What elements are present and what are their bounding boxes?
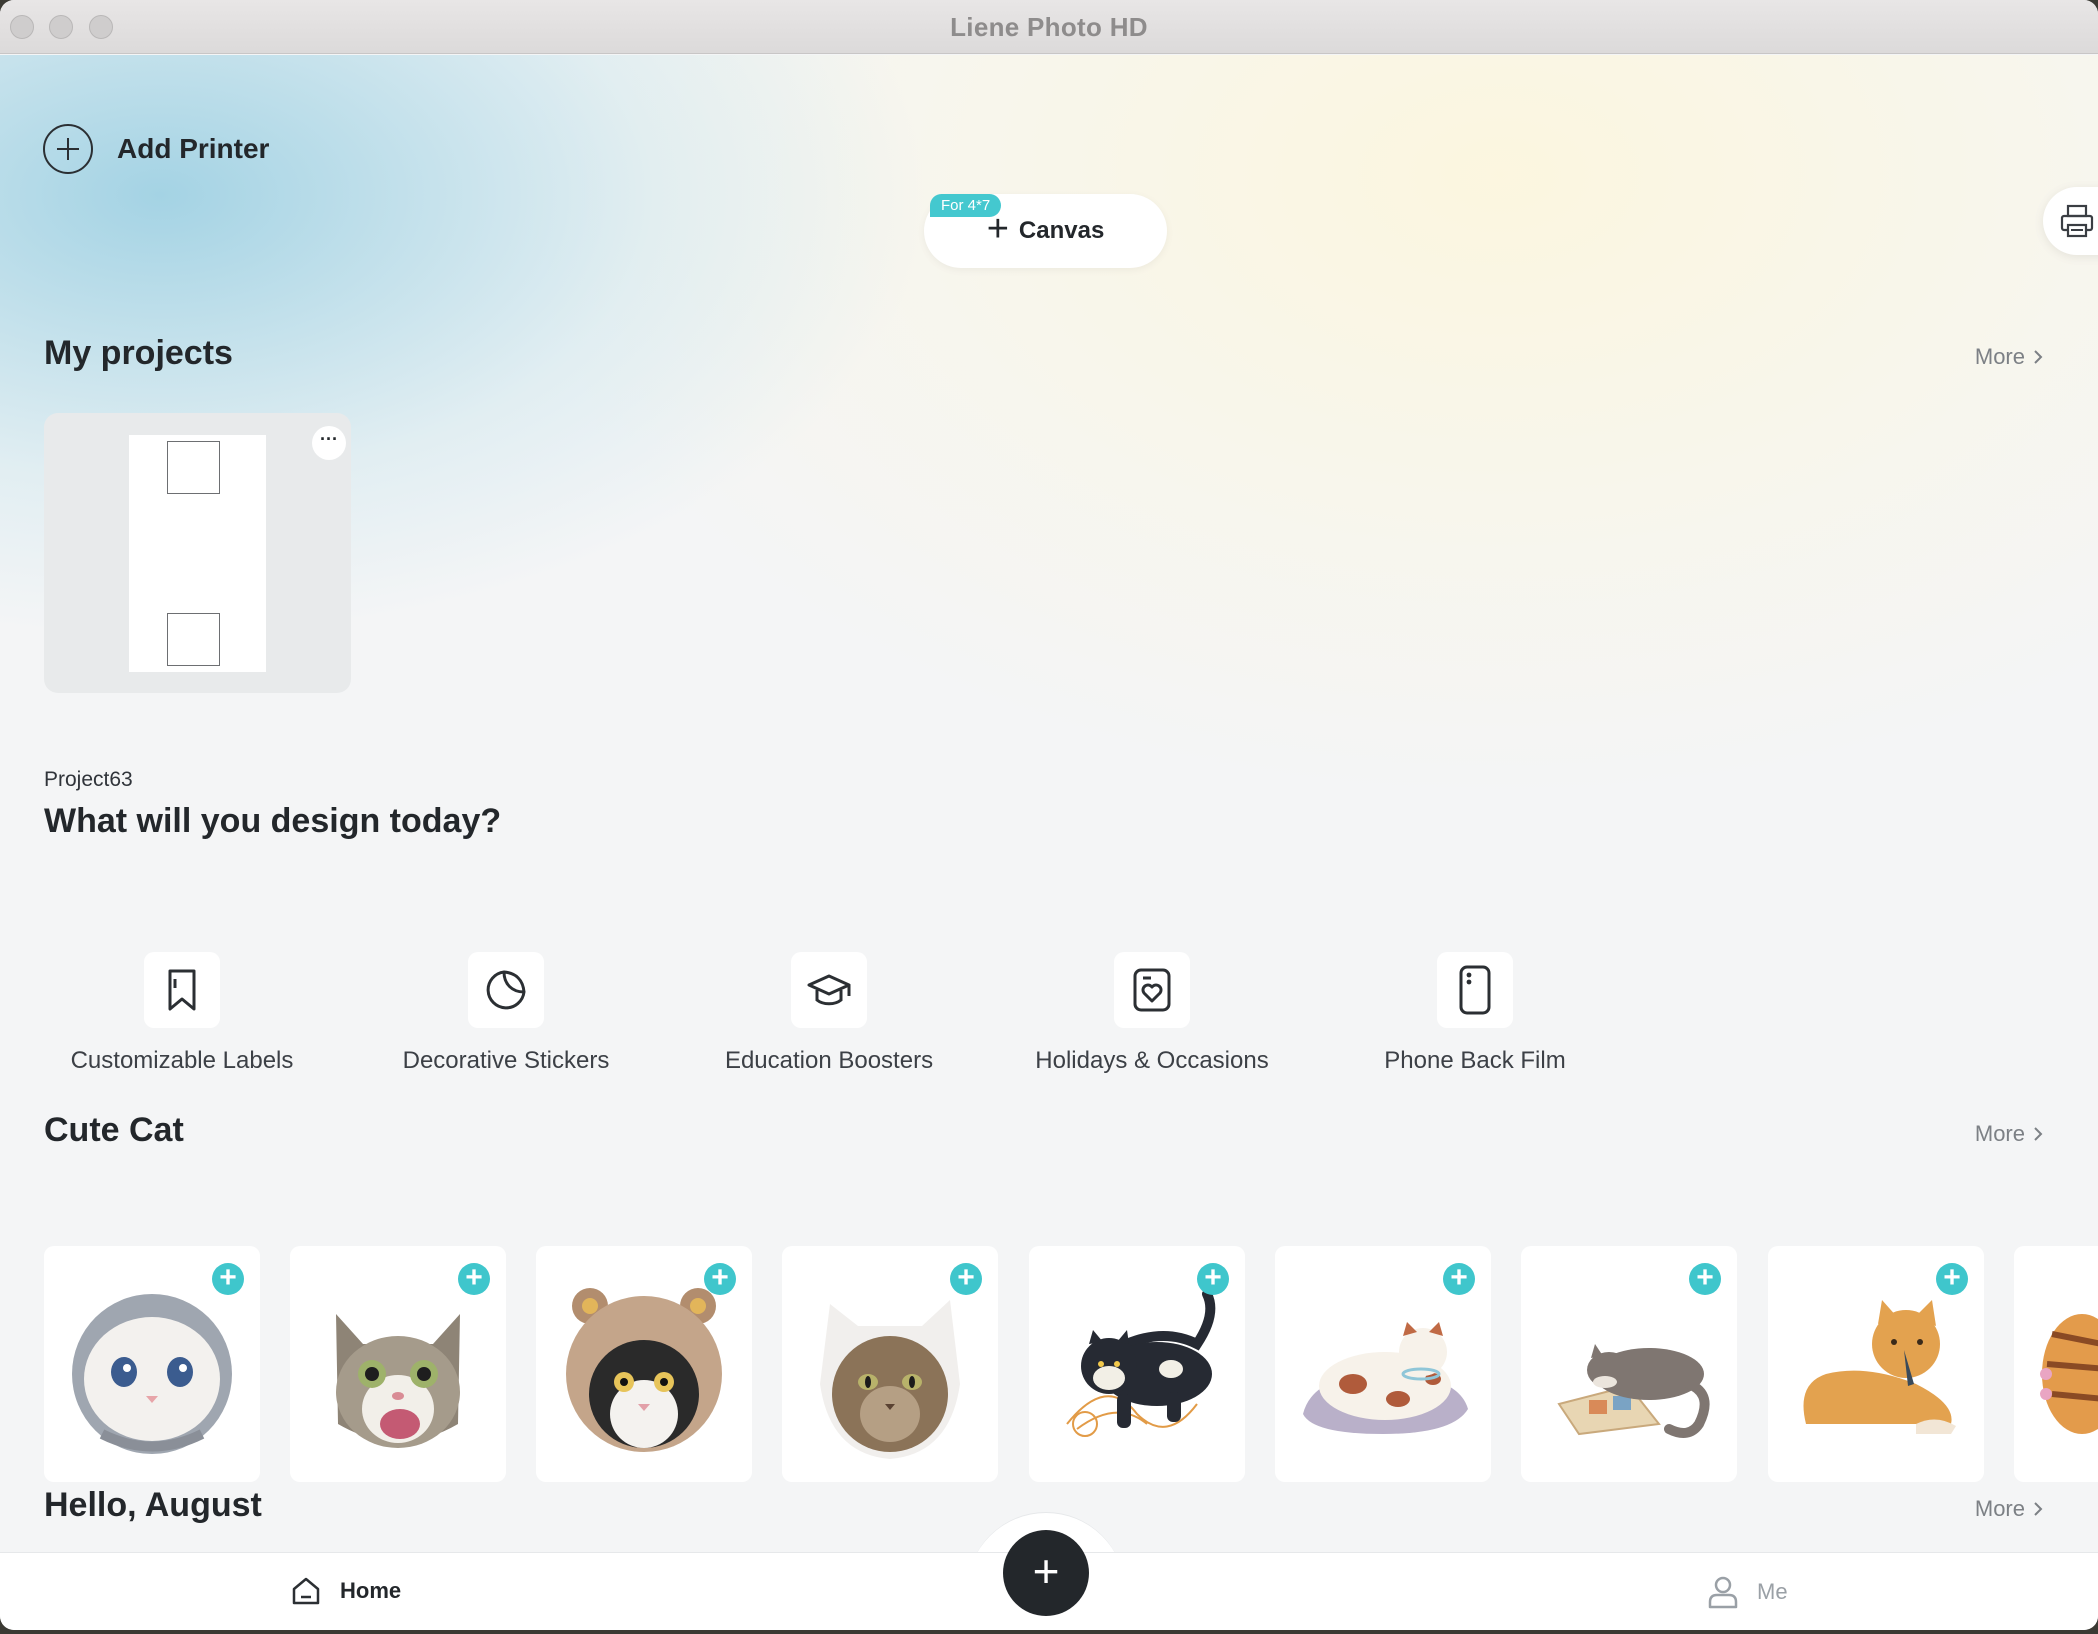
project-thumbnail bbox=[129, 435, 266, 672]
add-sticker-button[interactable]: + bbox=[212, 1263, 244, 1295]
sticker-card[interactable]: + bbox=[1275, 1246, 1491, 1482]
more-label: More bbox=[1974, 344, 2025, 369]
cat-with-yarn-sticker bbox=[1066, 1289, 1216, 1437]
nav-me-label: Me bbox=[1757, 1579, 1788, 1604]
category-label: Decorative Stickers bbox=[402, 1047, 610, 1074]
photo-slot bbox=[167, 441, 220, 494]
photo-slot bbox=[167, 613, 220, 666]
project-card[interactable]: ··· bbox=[44, 413, 351, 693]
nav-home-label: Home bbox=[340, 1578, 402, 1603]
sticker-card[interactable]: + bbox=[536, 1246, 752, 1482]
project-more-options-button[interactable]: ··· bbox=[312, 426, 346, 460]
sticker-card[interactable]: + bbox=[782, 1246, 998, 1482]
bear-hat-cat-sticker bbox=[566, 1288, 722, 1452]
category-label: Phone Back Film bbox=[1384, 1047, 1566, 1074]
sticker-card[interactable]: + bbox=[44, 1246, 260, 1482]
sticker-card[interactable]: + bbox=[1029, 1246, 1245, 1482]
sticker-card[interactable]: + bbox=[1768, 1246, 1984, 1482]
window-title: Liene Photo HD bbox=[950, 12, 1148, 42]
category-phone-back-film[interactable]: Phone Back Film bbox=[1330, 952, 1620, 1075]
add-sticker-button[interactable]: + bbox=[1197, 1263, 1229, 1295]
sticker-card[interactable]: + bbox=[290, 1246, 506, 1482]
bookmark-icon bbox=[168, 969, 196, 1011]
sticker-card[interactable] bbox=[2014, 1246, 2098, 1482]
title-bar: Liene Photo HD bbox=[0, 0, 2098, 54]
chevron-right-icon bbox=[2034, 350, 2043, 364]
heart-card-icon bbox=[1133, 968, 1171, 1012]
spotted-cat-cushion-sticker bbox=[1303, 1322, 1468, 1434]
cute-cat-title: Cute Cat bbox=[44, 1111, 184, 1149]
nav-home[interactable]: Home bbox=[290, 1575, 401, 1607]
add-sticker-button[interactable]: + bbox=[704, 1263, 736, 1295]
graduation-cap-icon bbox=[807, 974, 851, 1006]
add-sticker-button[interactable]: + bbox=[950, 1263, 982, 1295]
gray-cat-reading-sticker bbox=[1557, 1344, 1710, 1438]
create-fab-button[interactable]: + bbox=[1003, 1530, 1089, 1616]
more-label: More bbox=[1974, 1496, 2025, 1521]
add-sticker-button[interactable]: + bbox=[1936, 1263, 1968, 1295]
tiger-cat-partial-sticker bbox=[2040, 1314, 2098, 1434]
home-content: Add Printer + Canvas For 4*7 My projects… bbox=[0, 55, 2098, 1552]
user-icon bbox=[1708, 1576, 1738, 1609]
orange-cat-lying-sticker bbox=[1803, 1300, 1956, 1434]
project-name: Project63 bbox=[44, 768, 133, 791]
hello-august-more-link[interactable]: More bbox=[1975, 1496, 2043, 1522]
add-sticker-button[interactable]: + bbox=[1689, 1263, 1721, 1295]
sticker-icon bbox=[486, 970, 526, 1010]
printer-icon bbox=[2060, 204, 2094, 238]
add-circle-icon bbox=[43, 124, 93, 174]
category-label: Education Boosters bbox=[724, 1047, 934, 1074]
chevron-right-icon bbox=[2034, 1127, 2043, 1141]
canvas-label: Canvas bbox=[1018, 217, 1105, 244]
nav-me[interactable]: Me bbox=[1707, 1575, 1788, 1609]
chevron-right-icon bbox=[2034, 1502, 2043, 1516]
home-icon bbox=[292, 1577, 320, 1605]
my-projects-title: My projects bbox=[44, 334, 233, 372]
cute-cat-more-link[interactable]: More bbox=[1975, 1121, 2043, 1147]
canvas-size-badge: For 4*7 bbox=[930, 194, 1002, 217]
add-sticker-button[interactable]: + bbox=[458, 1263, 490, 1295]
phone-back-icon bbox=[1459, 965, 1491, 1015]
category-holidays-occasions[interactable]: Holidays & Occasions bbox=[1007, 952, 1297, 1075]
category-label: Customizable Labels bbox=[70, 1047, 294, 1074]
design-section-title: What will you design today? bbox=[44, 802, 502, 840]
category-customizable-labels[interactable]: Customizable Labels bbox=[37, 952, 327, 1075]
white-hood-cat-sticker bbox=[820, 1300, 960, 1459]
category-decorative-stickers[interactable]: Decorative Stickers bbox=[361, 952, 651, 1075]
app-window: Liene Photo HD Add Printer + Canvas For … bbox=[0, 0, 2098, 1630]
printer-shortcut-button[interactable] bbox=[2043, 187, 2098, 255]
surprised-tabby-sticker bbox=[336, 1314, 460, 1448]
white-kitten-sticker bbox=[72, 1294, 232, 1454]
more-label: More bbox=[1974, 1121, 2025, 1146]
add-printer-button[interactable]: Add Printer bbox=[43, 124, 269, 174]
add-sticker-button[interactable]: + bbox=[1443, 1263, 1475, 1295]
category-education-boosters[interactable]: Education Boosters bbox=[684, 952, 974, 1075]
category-label: Holidays & Occasions bbox=[1035, 1047, 1269, 1074]
projects-more-link[interactable]: More bbox=[1975, 344, 2043, 370]
hello-august-title: Hello, August bbox=[44, 1486, 262, 1524]
sticker-card[interactable]: + bbox=[1521, 1246, 1737, 1482]
add-printer-label: Add Printer bbox=[117, 133, 270, 164]
